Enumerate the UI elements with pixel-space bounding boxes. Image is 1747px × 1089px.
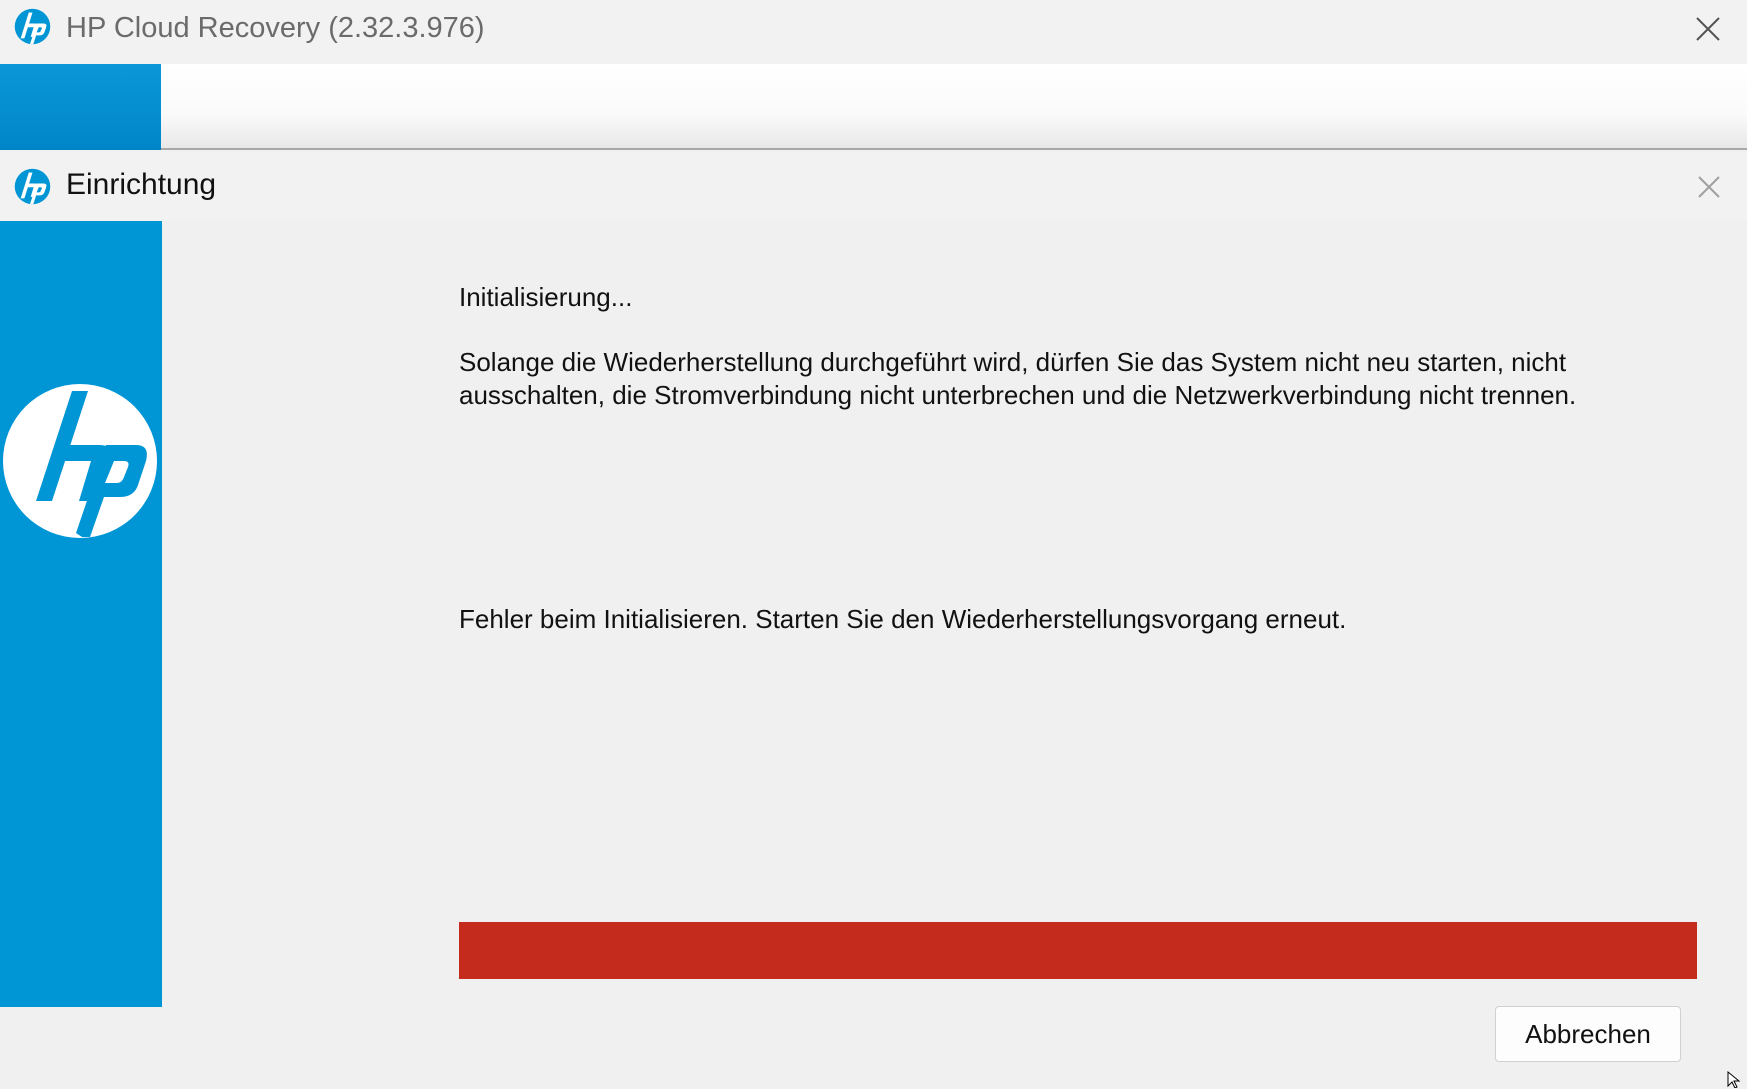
- error-message: Fehler beim Initialisieren. Starten Sie …: [459, 604, 1347, 634]
- outer-window-banner: [0, 64, 1747, 150]
- progress-bar-fill: [459, 922, 1697, 979]
- mouse-cursor-icon: [1727, 1070, 1741, 1088]
- sidebar-brand-panel: [0, 221, 162, 1007]
- window-title: HP Cloud Recovery (2.32.3.976): [66, 12, 485, 44]
- dialog-titlebar: Einrichtung: [0, 152, 1747, 221]
- close-icon[interactable]: [1692, 170, 1726, 204]
- progress-bar: [459, 922, 1697, 979]
- hp-logo-icon: [14, 168, 51, 205]
- outer-window-titlebar: HP Cloud Recovery (2.32.3.976): [0, 0, 1747, 64]
- dialog-title: Einrichtung: [66, 168, 217, 201]
- status-text: Initialisierung...: [459, 282, 633, 312]
- warning-text: Solange die Wiederherstellung durchgefüh…: [459, 347, 1577, 410]
- dialog-body: Initialisierung... Solange die Wiederher…: [0, 221, 1747, 1089]
- hp-logo-icon: [14, 8, 51, 45]
- close-icon[interactable]: [1691, 12, 1725, 46]
- outer-banner-accent: [0, 64, 161, 150]
- cancel-button[interactable]: Abbrechen: [1495, 1006, 1681, 1062]
- hp-logo: [3, 384, 157, 538]
